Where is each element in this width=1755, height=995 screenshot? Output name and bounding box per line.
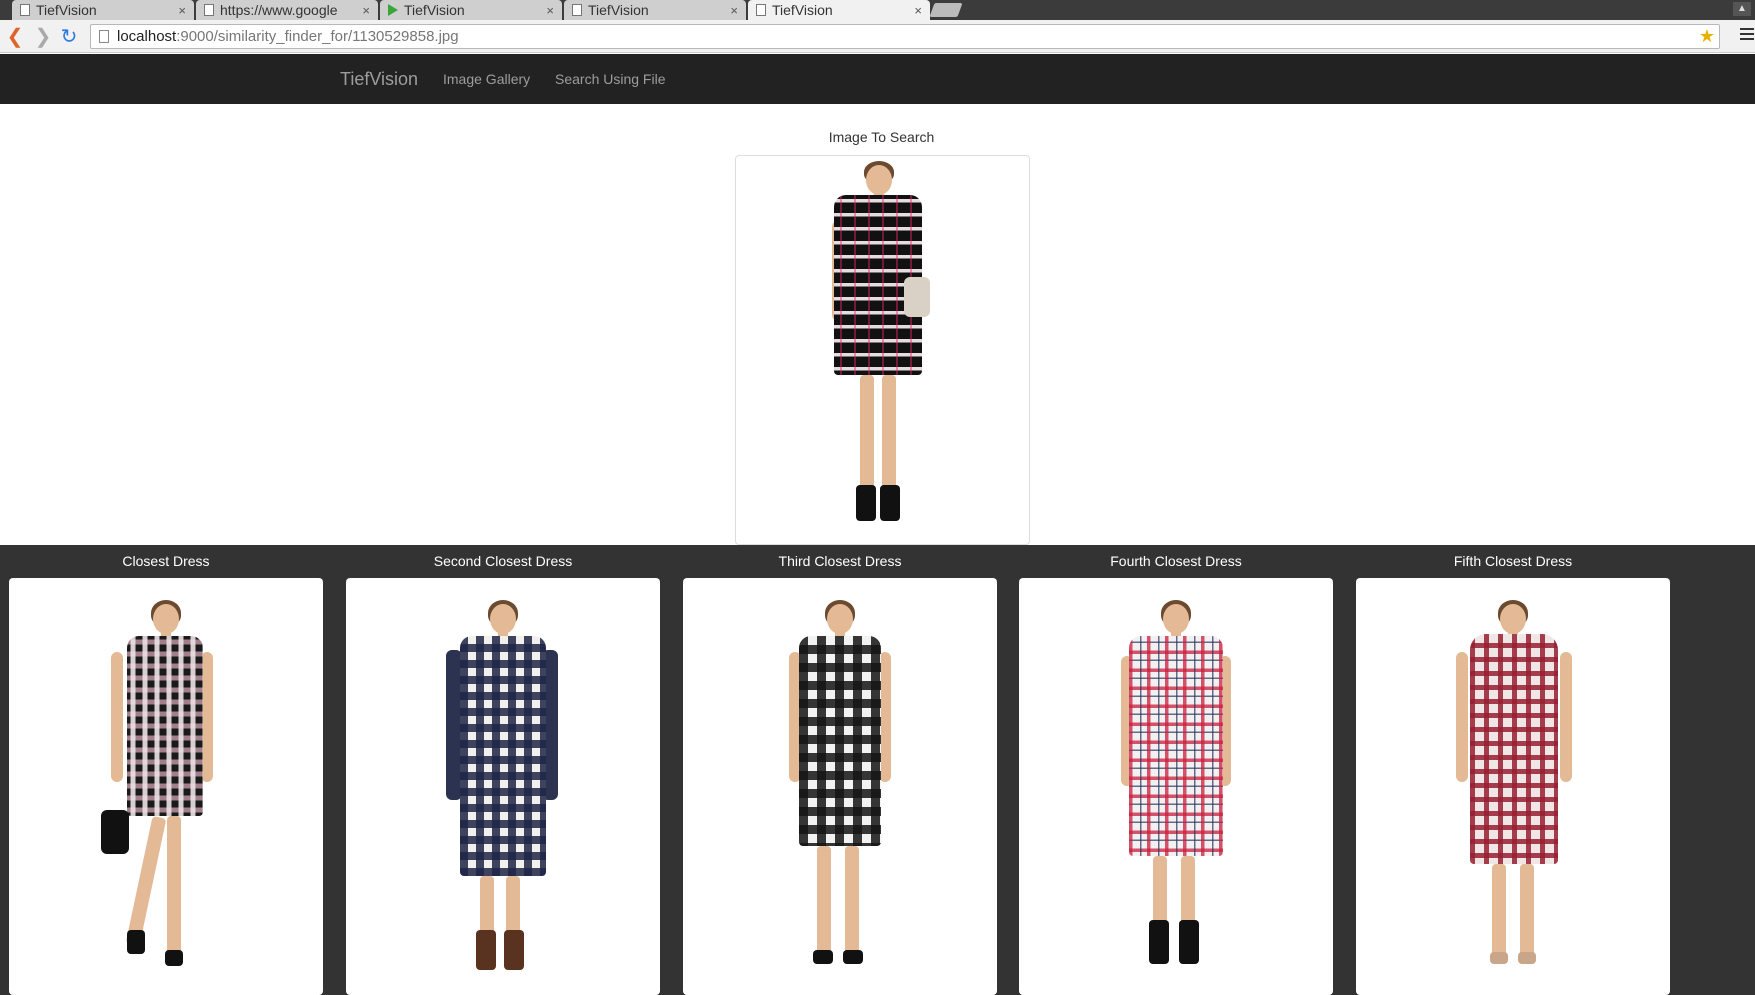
- query-image[interactable]: [735, 155, 1030, 545]
- dress-photo: [826, 161, 936, 541]
- result-second-closest: Second Closest Dress: [346, 545, 660, 995]
- query-title: Image To Search: [828, 129, 935, 145]
- dress-photo: [783, 600, 897, 990]
- result-image[interactable]: [1019, 578, 1333, 995]
- browser-tab[interactable]: TiefVision ×: [380, 0, 562, 20]
- result-title: Third Closest Dress: [778, 553, 902, 569]
- browser-tab-strip: TiefVision × https://www.google × TiefVi…: [0, 0, 1755, 20]
- bookmark-star-icon[interactable]: ★: [1699, 26, 1715, 47]
- result-image[interactable]: [9, 578, 323, 995]
- back-arrow-icon[interactable]: ❮: [4, 26, 26, 48]
- close-icon[interactable]: ×: [730, 3, 738, 18]
- result-fifth-closest: Fifth Closest Dress: [1356, 545, 1670, 995]
- nav-link-search-using-file[interactable]: Search Using File: [555, 71, 666, 87]
- document-icon: [756, 4, 766, 16]
- address-bar[interactable]: localhost:9000/similarity_finder_for/113…: [90, 24, 1720, 49]
- dress-photo: [446, 600, 560, 990]
- play-icon: [388, 4, 398, 16]
- result-title: Fourth Closest Dress: [1110, 553, 1242, 569]
- browser-tab-active[interactable]: TiefVision ×: [748, 0, 930, 20]
- browser-tab[interactable]: TiefVision ×: [12, 0, 194, 20]
- reload-icon[interactable]: ↻: [58, 26, 80, 48]
- forward-arrow-icon[interactable]: ❯: [32, 26, 54, 48]
- url-path: :9000/similarity_finder_for/1130529858.j…: [176, 28, 459, 45]
- url-host: localhost: [117, 28, 177, 45]
- browser-toolbar: ❮ ❯ ↻ localhost:9000/similarity_finder_f…: [0, 20, 1755, 53]
- result-image[interactable]: [346, 578, 660, 995]
- result-title: Fifth Closest Dress: [1453, 553, 1573, 569]
- results-section: Closest Dress Second Closest Dress Third…: [0, 545, 1755, 995]
- dress-photo: [101, 600, 223, 990]
- new-tab-button[interactable]: [929, 3, 963, 17]
- nav-link-image-gallery[interactable]: Image Gallery: [443, 71, 530, 87]
- window-control-icon[interactable]: ▲: [1733, 2, 1751, 16]
- close-icon[interactable]: ×: [178, 3, 186, 18]
- brand-link[interactable]: TiefVision: [340, 69, 418, 90]
- close-icon[interactable]: ×: [914, 3, 922, 18]
- result-fourth-closest: Fourth Closest Dress: [1019, 545, 1333, 995]
- browser-tab[interactable]: TiefVision ×: [564, 0, 746, 20]
- result-title: Second Closest Dress: [433, 553, 573, 569]
- close-icon[interactable]: ×: [362, 3, 370, 18]
- site-navbar: TiefVision Image Gallery Search Using Fi…: [0, 54, 1755, 104]
- close-icon[interactable]: ×: [546, 3, 554, 18]
- result-third-closest: Third Closest Dress: [683, 545, 997, 995]
- result-image[interactable]: [1356, 578, 1670, 995]
- result-image[interactable]: [683, 578, 997, 995]
- dress-photo: [1119, 600, 1233, 990]
- dress-photo: [1456, 600, 1572, 990]
- result-title: Closest Dress: [122, 553, 210, 569]
- document-icon: [572, 4, 582, 16]
- document-icon: [99, 30, 109, 43]
- document-icon: [20, 4, 30, 16]
- result-closest: Closest Dress: [9, 545, 323, 995]
- browser-tab[interactable]: https://www.google ×: [196, 0, 378, 20]
- hamburger-menu-icon[interactable]: [1740, 28, 1754, 42]
- document-icon: [204, 4, 214, 16]
